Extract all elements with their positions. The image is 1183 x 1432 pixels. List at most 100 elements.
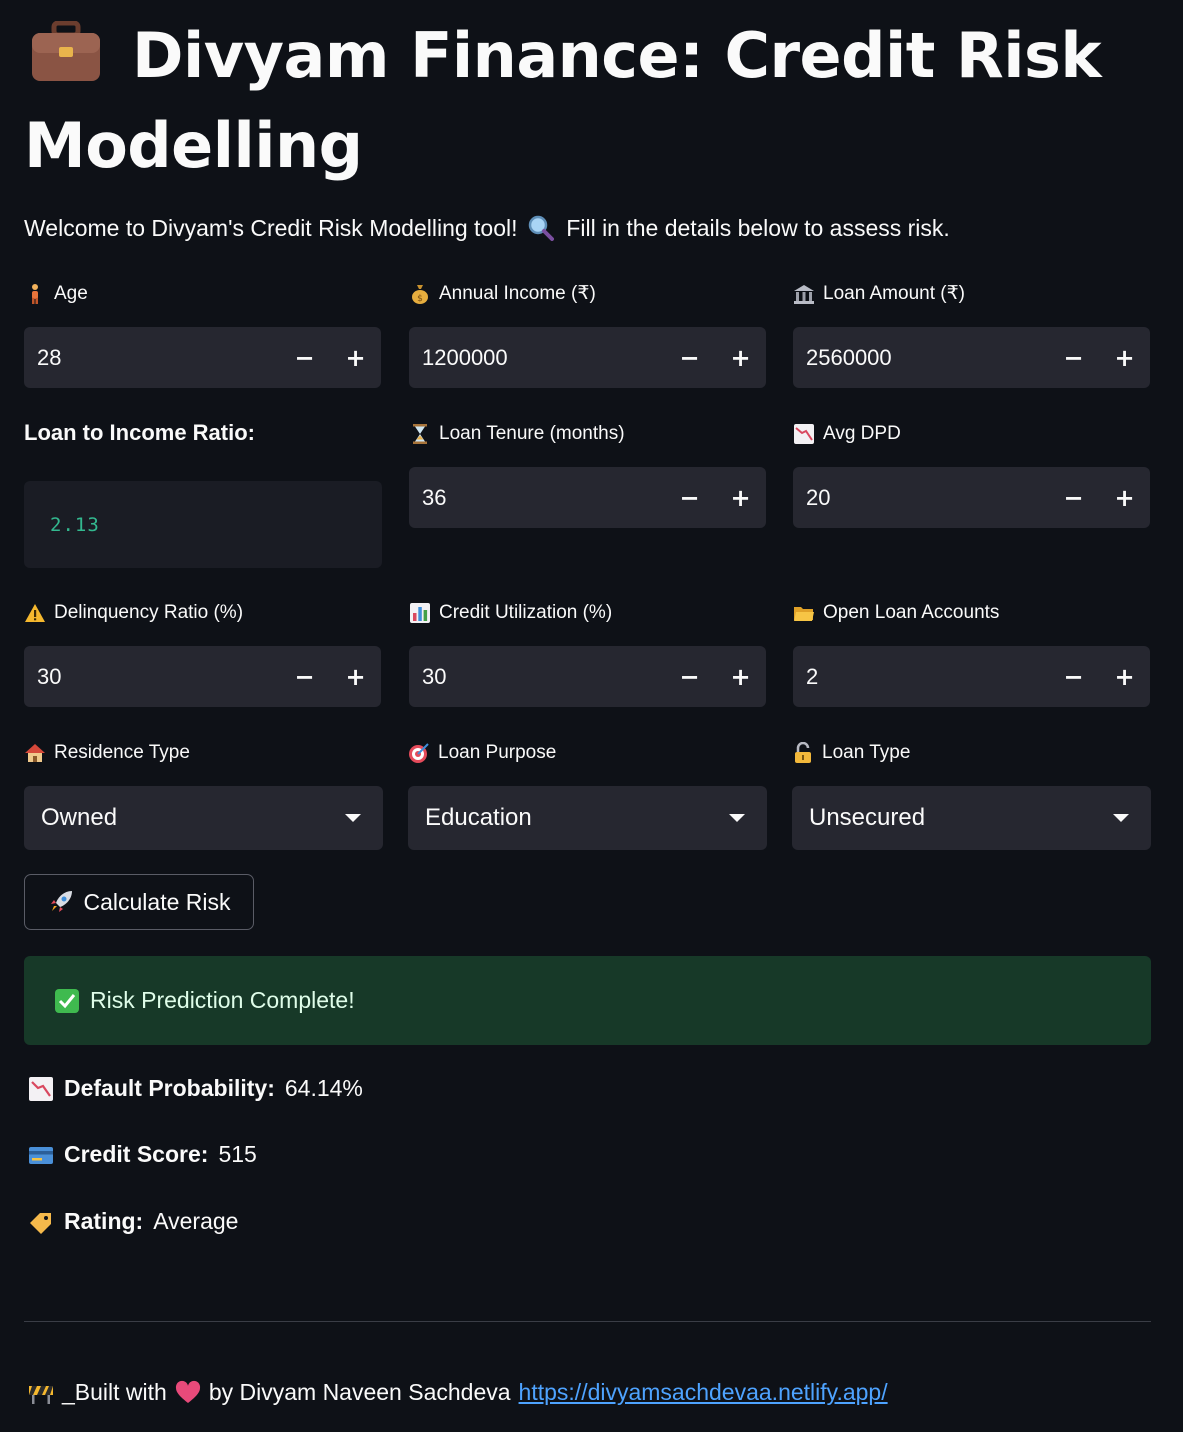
loan-purpose-value[interactable]: Education [408,804,729,832]
success-alert: Risk Prediction Complete! [24,956,1151,1045]
construction-barrier-icon [28,1380,54,1406]
residence-type-select[interactable]: Owned [24,786,383,850]
loan-tenure-input[interactable]: 36 − + [409,467,766,528]
credit-score-value: 515 [218,1141,257,1167]
avg-dpd-value[interactable]: 20 [793,485,1048,511]
annual-income-decrement-button[interactable]: − [664,327,715,388]
loan-purpose-select[interactable]: Education [408,786,767,850]
delinquency-ratio-decrement-button[interactable]: − [279,646,330,707]
money-bag-icon: $ [409,283,431,305]
credit-card-icon [28,1142,54,1168]
loan-tenure-field: Loan Tenure (months) 36 − + [409,420,766,528]
loan-amount-increment-button[interactable]: + [1099,327,1150,388]
open-folder-icon [793,602,815,624]
welcome-text-part1: Welcome to Divyam's Credit Risk Modellin… [24,215,518,241]
credit-utilization-field: Credit Utilization (%) 30 − + [409,599,766,707]
age-value[interactable]: 28 [24,345,279,371]
avg-dpd-increment-button[interactable]: + [1099,467,1150,528]
default-probability-result: Default Probability: 64.14% [28,1075,363,1102]
rating-label: Rating: [64,1208,144,1234]
annual-income-increment-button[interactable]: + [715,327,766,388]
bank-icon [793,283,815,305]
loan-purpose-field: Loan Purpose Education [408,739,767,850]
warning-icon [24,602,46,624]
default-probability-label: Default Probability: [64,1075,275,1101]
rating-result: Rating: Average [28,1208,238,1235]
loan-tenure-increment-button[interactable]: + [715,467,766,528]
annual-income-label: $ Annual Income (₹) [409,280,766,308]
chevron-down-icon[interactable] [345,814,361,822]
credit-utilization-decrement-button[interactable]: − [664,646,715,707]
loan-tenure-label: Loan Tenure (months) [409,420,766,448]
avg-dpd-field: Avg DPD 20 − + [793,420,1150,528]
loan-tenure-decrement-button[interactable]: − [664,467,715,528]
divider [24,1321,1151,1322]
annual-income-field: $ Annual Income (₹) 1200000 − + [409,280,766,388]
loan-type-value[interactable]: Unsecured [792,804,1113,832]
calculate-risk-button[interactable]: Calculate Risk [24,874,254,930]
heart-icon [175,1380,201,1406]
open-loan-accounts-field: Open Loan Accounts 2 − + [793,599,1150,707]
main-page: Divyam Finance: Credit Risk Modelling We… [24,0,1151,1405]
open-loan-accounts-label: Open Loan Accounts [793,599,1150,627]
delinquency-ratio-value[interactable]: 30 [24,664,279,690]
residence-type-label: Residence Type [24,739,381,767]
delinquency-ratio-label: Delinquency Ratio (%) [24,599,381,627]
open-loan-accounts-decrement-button[interactable]: − [1048,646,1099,707]
annual-income-value[interactable]: 1200000 [409,345,664,371]
loan-purpose-label: Loan Purpose [408,739,765,767]
loan-amount-field: Loan Amount (₹) 2560000 − + [793,280,1150,388]
hourglass-icon [409,423,431,445]
chevron-down-icon[interactable] [729,814,745,822]
welcome-text-part2: Fill in the details below to assess risk… [566,215,950,241]
chevron-down-icon[interactable] [1113,814,1129,822]
avg-dpd-label: Avg DPD [793,420,1150,448]
age-input[interactable]: 28 − + [24,327,381,388]
page-title: Divyam Finance: Credit Risk Modelling [24,14,1151,188]
delinquency-ratio-field: Delinquency Ratio (%) 30 − + [24,599,381,707]
open-loan-accounts-input[interactable]: 2 − + [793,646,1150,707]
credit-utilization-increment-button[interactable]: + [715,646,766,707]
loan-type-select[interactable]: Unsecured [792,786,1151,850]
age-field: Age 28 − + [24,280,381,388]
rating-value: Average [153,1208,239,1234]
delinquency-ratio-increment-button[interactable]: + [330,646,381,707]
delinquency-ratio-input[interactable]: 30 − + [24,646,381,707]
briefcase-icon [30,20,106,104]
credit-utilization-input[interactable]: 30 − + [409,646,766,707]
bar-chart-icon [409,602,431,624]
loan-tenure-value[interactable]: 36 [409,485,664,511]
default-probability-value: 64.14% [284,1075,363,1101]
credit-utilization-label: Credit Utilization (%) [409,599,766,627]
check-mark-icon [54,988,80,1014]
avg-dpd-input[interactable]: 20 − + [793,467,1150,528]
avg-dpd-decrement-button[interactable]: − [1048,467,1099,528]
calculate-risk-label: Calculate Risk [83,888,231,915]
loan-amount-value[interactable]: 2560000 [793,345,1048,371]
loan-to-income-ratio-value: 2.13 [50,513,100,536]
loan-to-income-ratio-label: Loan to Income Ratio: [24,420,255,445]
svg-text:$: $ [417,294,423,304]
open-loan-accounts-value[interactable]: 2 [793,664,1048,690]
footer-text-part2: by Divyam Naveen Sachdeva [208,1379,511,1405]
label-tag-icon [28,1209,54,1235]
chart-decreasing-icon [28,1076,54,1102]
footer: _Built with by Divyam Naveen Sachdeva ht… [28,1379,888,1406]
credit-utilization-value[interactable]: 30 [409,664,664,690]
target-icon [408,742,430,764]
title-line-2: Modelling [24,109,363,182]
portfolio-link[interactable]: https://divyamsachdevaa.netlify.app/ [519,1379,888,1406]
residence-type-value[interactable]: Owned [24,804,345,832]
rocket-icon [48,889,74,915]
annual-income-input[interactable]: 1200000 − + [409,327,766,388]
loan-amount-decrement-button[interactable]: − [1048,327,1099,388]
title-line-1: Divyam Finance: Credit Risk [132,19,1102,92]
loan-amount-input[interactable]: 2560000 − + [793,327,1150,388]
age-increment-button[interactable]: + [330,327,381,388]
footer-text-part1: _Built with [62,1379,167,1405]
residence-type-field: Residence Type Owned [24,739,383,850]
age-decrement-button[interactable]: − [279,327,330,388]
open-loan-accounts-increment-button[interactable]: + [1099,646,1150,707]
credit-score-label: Credit Score: [64,1141,209,1167]
loan-type-label: Loan Type [792,739,1149,767]
